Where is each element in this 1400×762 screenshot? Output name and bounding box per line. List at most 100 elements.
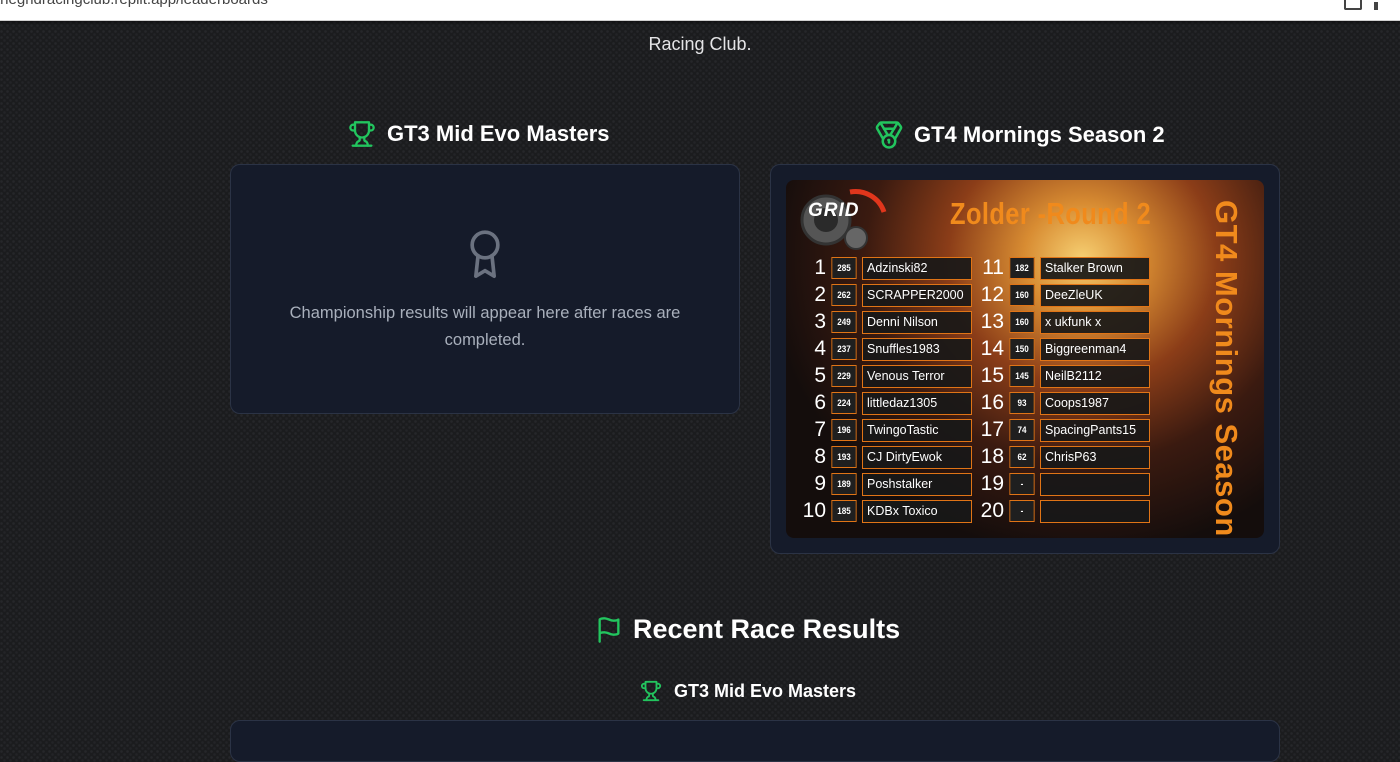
leaderboard-row: 17 74 SpacingPants15	[974, 418, 1150, 442]
trophy-icon	[349, 121, 375, 147]
leaderboard-driver-name: KDBx Toxico	[862, 499, 972, 523]
leaderboard-position: 11	[982, 256, 1004, 279]
leaderboard-points: 160	[1009, 311, 1035, 333]
leaderboard-driver-name: Venous Terror	[862, 364, 972, 388]
leaderboard-row: 12 160 DeeZleUK	[974, 283, 1150, 307]
season-vertical-title: GT4 Mornings Season 2	[1209, 200, 1244, 538]
recent-results-title: Recent Race Results	[633, 614, 901, 644]
championship-card-gt4: GRID Zolder -Round 2 GT4 Mornings Season…	[770, 164, 1280, 554]
leaderboard-position: 16	[980, 391, 1004, 414]
leaderboard-driver-name: NeilB2112	[1040, 364, 1150, 388]
medal-icon	[875, 121, 903, 149]
championship-title-text: GT4 Mornings Season 2	[914, 122, 1165, 147]
leaderboard-position: 18	[980, 445, 1004, 468]
leaderboard-driver-name: Denni Nilson	[862, 310, 972, 334]
leaderboard-row: 9 189 Poshstalker	[796, 472, 972, 496]
recent-results-heading: Recent Race Results	[595, 614, 900, 645]
leaderboard-row: 15 145 NeilB2112	[974, 364, 1150, 388]
leaderboard-position: 20	[980, 499, 1004, 522]
leaderboard-driver-name	[1040, 499, 1150, 523]
trophy-icon	[640, 680, 662, 702]
leaderboard-position: 4	[814, 337, 826, 360]
leaderboard-driver-name	[1040, 472, 1150, 496]
leaderboard-row: 4 237 Snuffles1983	[796, 337, 972, 361]
recent-championship-heading: GT3 Mid Evo Masters	[640, 680, 856, 702]
leaderboard-points: 189	[831, 473, 857, 495]
leaderboard-row: 3 249 Denni Nilson	[796, 310, 972, 334]
leaderboard-row: 10 185 KDBx Toxico	[796, 499, 972, 523]
leaderboard-points: 229	[831, 365, 857, 387]
leaderboard-points: 62	[1009, 446, 1035, 468]
leaderboard-points: 249	[831, 311, 857, 333]
leaderboard-points: 160	[1009, 284, 1035, 306]
leaderboard-position: 13	[980, 310, 1004, 333]
leaderboard-row: 16 93 Coops1987	[974, 391, 1150, 415]
leaderboard-position: 6	[814, 391, 826, 414]
leaderboard-row: 5 229 Venous Terror	[796, 364, 972, 388]
leaderboard-driver-name: Adzinski82	[862, 256, 972, 280]
leaderboard-points: 150	[1009, 338, 1035, 360]
leaderboard-position: 14	[980, 337, 1004, 360]
page-subtitle: Racing Club.	[648, 34, 752, 54]
leaderboard-points: -	[1009, 500, 1035, 522]
leaderboard-driver-name: Snuffles1983	[862, 337, 972, 361]
leaderboard-position: 2	[814, 283, 826, 306]
leaderboard-points: 262	[831, 284, 857, 306]
leaderboard-row: 2 262 SCRAPPER2000	[796, 283, 972, 307]
leaderboard-driver-name: CJ DirtyEwok	[862, 445, 972, 469]
leaderboard-position: 3	[814, 310, 826, 333]
championship-title-text: GT3 Mid Evo Masters	[387, 121, 610, 146]
leaderboard-points: 237	[831, 338, 857, 360]
leaderboard-points: 224	[831, 392, 857, 414]
menu-icon[interactable]	[1374, 0, 1378, 10]
leaderboard-position: 19	[980, 472, 1004, 495]
leaderboard-row: 8 193 CJ DirtyEwok	[796, 445, 972, 469]
championship-title-gt3: GT3 Mid Evo Masters	[347, 120, 610, 148]
leaderboard-points: 285	[831, 257, 857, 279]
flag-icon	[598, 616, 620, 643]
leaderboard-row: 7 196 TwingoTastic	[796, 418, 972, 442]
leaderboard-position: 8	[814, 445, 826, 468]
leaderboard-driver-name: Coops1987	[1040, 391, 1150, 415]
empty-results-message: Championship results will appear here af…	[289, 304, 681, 349]
leaderboard-row: 6 224 littledaz1305	[796, 391, 972, 415]
leaderboard-position: 10	[802, 499, 826, 522]
award-icon	[470, 230, 500, 278]
leaderboard-driver-name: ChrisP63	[1040, 445, 1150, 469]
leaderboard-position: 5	[814, 364, 826, 387]
championship-title-gt4: GT4 Mornings Season 2	[874, 120, 1165, 150]
leaderboard-points: 185	[831, 500, 857, 522]
leaderboard-points: 93	[1009, 392, 1035, 414]
leaderboard-row: 13 160 x ukfunk x	[974, 310, 1150, 334]
leaderboard-points: 193	[831, 446, 857, 468]
leaderboard-driver-name: Poshstalker	[862, 472, 972, 496]
championship-card-gt3: Championship results will appear here af…	[230, 164, 740, 414]
leaderboard-row: 11 182 Stalker Brown	[974, 256, 1150, 280]
leaderboard-row: 19-	[974, 472, 1150, 496]
browser-address-bar[interactable]: thegridracingclub.replit.app/leaderboard…	[0, 0, 1400, 21]
url-text[interactable]: thegridracingclub.replit.app/leaderboard…	[0, 0, 268, 8]
recent-results-card	[230, 720, 1280, 762]
leaderboard-row: 18 62 ChrisP63	[974, 445, 1150, 469]
leaderboard-position: 1	[814, 256, 826, 279]
leaderboard-points: -	[1009, 473, 1035, 495]
leaderboard-driver-name: littledaz1305	[862, 391, 972, 415]
leaderboard-position: 17	[980, 418, 1004, 441]
leaderboard-points: 145	[1009, 365, 1035, 387]
leaderboard-image[interactable]: GRID Zolder -Round 2 GT4 Mornings Season…	[786, 180, 1264, 538]
leaderboard-points: 74	[1009, 419, 1035, 441]
leaderboard-points: 182	[1009, 257, 1035, 279]
recent-championship-title: GT3 Mid Evo Masters	[674, 680, 857, 701]
round-title: Zolder -Round 2	[950, 196, 1152, 231]
leaderboard-driver-name: Biggreenman4	[1040, 337, 1150, 361]
leaderboard-points: 196	[831, 419, 857, 441]
cast-icon[interactable]	[1344, 0, 1362, 10]
leaderboard-position: 7	[814, 418, 826, 441]
grid-logo-text: GRID	[808, 200, 860, 221]
leaderboard-driver-name: SpacingPants15	[1040, 418, 1150, 442]
leaderboard-driver-name: SCRAPPER2000	[862, 283, 972, 307]
leaderboard-position: 12	[980, 283, 1004, 306]
leaderboard-row: 1 285 Adzinski82	[796, 256, 972, 280]
leaderboard-row: 20-	[974, 499, 1150, 523]
leaderboard-position: 9	[814, 472, 826, 495]
